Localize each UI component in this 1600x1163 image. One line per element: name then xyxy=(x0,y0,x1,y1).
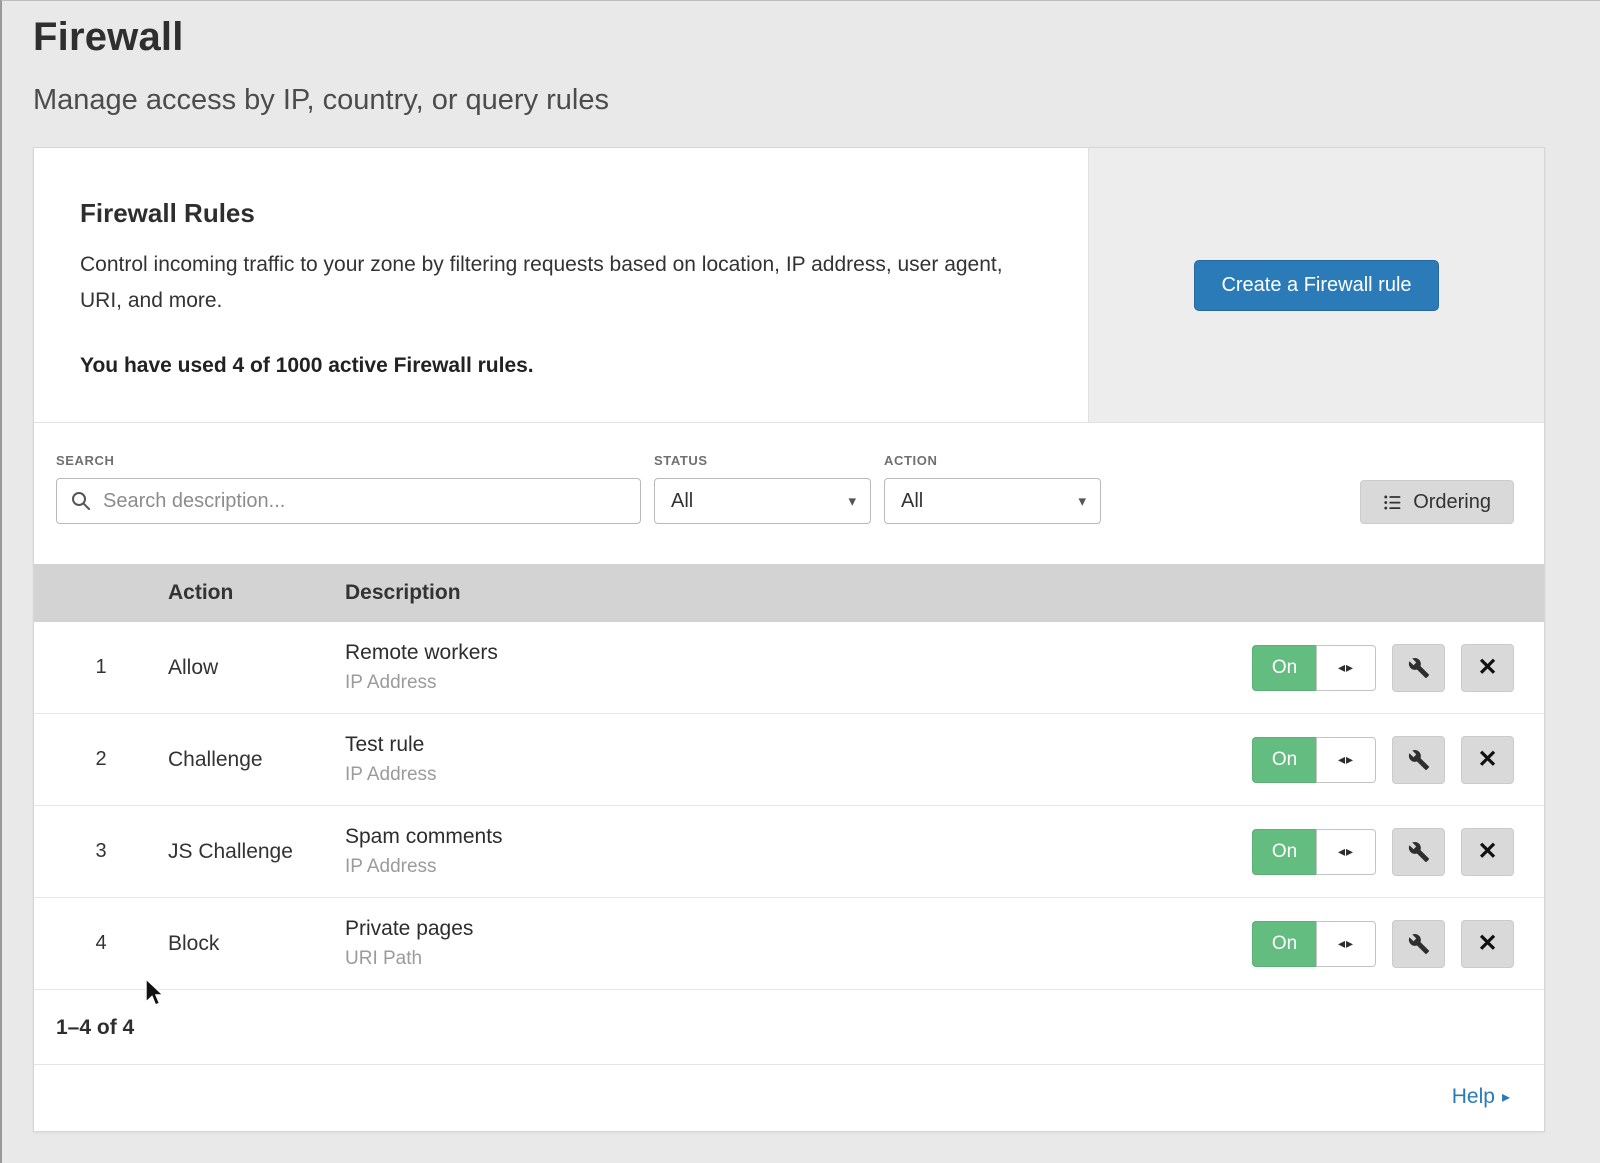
delete-rule-button[interactable]: ✕ xyxy=(1461,644,1514,692)
toggle-on-label[interactable]: On xyxy=(1252,737,1316,783)
table-row: 4 Block Private pages URI Path On ◂▸ ✕ xyxy=(34,898,1544,990)
close-icon: ✕ xyxy=(1477,840,1497,864)
rule-match-type: IP Address xyxy=(345,764,1234,786)
rule-description: Remote workers IP Address xyxy=(345,641,1234,694)
toggle-arrows-icon[interactable]: ◂▸ xyxy=(1316,829,1376,875)
page-subtitle: Manage access by IP, country, or query r… xyxy=(33,84,1568,117)
action-filter: Action All ▾ xyxy=(884,453,1101,524)
card-header: Firewall Rules Control incoming traffic … xyxy=(34,148,1544,423)
card-title: Firewall Rules xyxy=(80,198,1048,229)
rule-description: Spam comments IP Address xyxy=(345,825,1234,878)
action-column-header: Action xyxy=(168,581,345,605)
edit-rule-button[interactable] xyxy=(1392,644,1445,692)
card-description: Control incoming traffic to your zone by… xyxy=(80,247,1030,318)
toggle-arrows-icon[interactable]: ◂▸ xyxy=(1316,645,1376,691)
rule-priority: 4 xyxy=(34,932,168,955)
toggle-arrows-icon[interactable]: ◂▸ xyxy=(1316,737,1376,783)
delete-rule-button[interactable]: ✕ xyxy=(1461,920,1514,968)
status-label: Status xyxy=(654,453,871,468)
status-select[interactable]: All ▾ xyxy=(654,478,871,524)
action-label: Action xyxy=(884,453,1101,468)
rule-action: Challenge xyxy=(168,748,345,772)
rule-description-title: Test rule xyxy=(345,733,1234,757)
help-arrow-icon: ▸ xyxy=(1502,1087,1510,1107)
ordering-list-icon xyxy=(1383,493,1402,512)
rule-priority: 3 xyxy=(34,840,168,863)
edit-rule-button[interactable] xyxy=(1392,736,1445,784)
wrench-icon xyxy=(1408,657,1430,679)
rule-description-title: Spam comments xyxy=(345,825,1234,849)
rule-enabled-toggle[interactable]: On ◂▸ xyxy=(1252,645,1376,691)
card-header-text: Firewall Rules Control incoming traffic … xyxy=(34,148,1088,422)
table-row: 1 Allow Remote workers IP Address On ◂▸ … xyxy=(34,622,1544,714)
rule-action: Block xyxy=(168,932,345,956)
rule-action: Allow xyxy=(168,656,345,680)
rule-match-type: URI Path xyxy=(345,948,1234,970)
toggle-on-label[interactable]: On xyxy=(1252,645,1316,691)
edit-rule-button[interactable] xyxy=(1392,920,1445,968)
chevron-down-icon: ▾ xyxy=(848,492,856,510)
rule-description: Test rule IP Address xyxy=(345,733,1234,786)
description-column-header: Description xyxy=(345,581,1234,605)
rule-controls: On ◂▸ ✕ xyxy=(1234,920,1544,968)
toggle-on-label[interactable]: On xyxy=(1252,829,1316,875)
close-icon: ✕ xyxy=(1477,932,1497,956)
create-firewall-rule-button[interactable]: Create a Firewall rule xyxy=(1194,260,1438,311)
toggle-on-label[interactable]: On xyxy=(1252,921,1316,967)
search-filter: Search xyxy=(56,453,641,524)
rule-priority: 1 xyxy=(34,656,168,679)
rule-priority: 2 xyxy=(34,748,168,771)
help-link[interactable]: Help ▸ xyxy=(1452,1085,1510,1109)
action-selected-value: All xyxy=(901,490,923,513)
rule-enabled-toggle[interactable]: On ◂▸ xyxy=(1252,737,1376,783)
table-header: Action Description xyxy=(34,564,1544,622)
status-filter: Status All ▾ xyxy=(654,453,871,524)
wrench-icon xyxy=(1408,749,1430,771)
table-row: 3 JS Challenge Spam comments IP Address … xyxy=(34,806,1544,898)
card-header-action-panel: Create a Firewall rule xyxy=(1088,148,1544,422)
rule-description: Private pages URI Path xyxy=(345,917,1234,970)
help-link-label: Help xyxy=(1452,1085,1495,1109)
delete-rule-button[interactable]: ✕ xyxy=(1461,736,1514,784)
chevron-down-icon: ▾ xyxy=(1078,492,1086,510)
status-selected-value: All xyxy=(671,490,693,513)
edit-rule-button[interactable] xyxy=(1392,828,1445,876)
card-footer: Help ▸ xyxy=(34,1065,1544,1131)
rule-enabled-toggle[interactable]: On ◂▸ xyxy=(1252,829,1376,875)
ordering-button[interactable]: Ordering xyxy=(1360,480,1514,524)
rule-controls: On ◂▸ ✕ xyxy=(1234,736,1544,784)
rule-controls: On ◂▸ ✕ xyxy=(1234,828,1544,876)
mouse-cursor xyxy=(144,978,166,1008)
toggle-arrows-icon[interactable]: ◂▸ xyxy=(1316,921,1376,967)
rule-enabled-toggle[interactable]: On ◂▸ xyxy=(1252,921,1376,967)
page-title: Firewall xyxy=(33,15,1568,60)
pagination-summary: 1–4 of 4 xyxy=(34,990,1544,1065)
action-select[interactable]: All ▾ xyxy=(884,478,1101,524)
rule-action: JS Challenge xyxy=(168,840,345,864)
rule-description-title: Remote workers xyxy=(345,641,1234,665)
rule-match-type: IP Address xyxy=(345,672,1234,694)
delete-rule-button[interactable]: ✕ xyxy=(1461,828,1514,876)
close-icon: ✕ xyxy=(1477,656,1497,680)
rule-description-title: Private pages xyxy=(345,917,1234,941)
page-header: Firewall Manage access by IP, country, o… xyxy=(2,1,1600,117)
wrench-icon xyxy=(1408,933,1430,955)
search-input[interactable] xyxy=(56,478,641,524)
rule-controls: On ◂▸ ✕ xyxy=(1234,644,1544,692)
usage-summary: You have used 4 of 1000 active Firewall … xyxy=(80,354,1048,378)
search-icon xyxy=(70,490,92,512)
close-icon: ✕ xyxy=(1477,748,1497,772)
firewall-rules-card: Firewall Rules Control incoming traffic … xyxy=(33,147,1545,1132)
wrench-icon xyxy=(1408,841,1430,863)
search-label: Search xyxy=(56,453,641,468)
rule-match-type: IP Address xyxy=(345,856,1234,878)
filters-bar: Search Status All ▾ Action All ▾ xyxy=(34,423,1544,564)
table-row: 2 Challenge Test rule IP Address On ◂▸ ✕ xyxy=(34,714,1544,806)
ordering-button-label: Ordering xyxy=(1413,491,1491,514)
